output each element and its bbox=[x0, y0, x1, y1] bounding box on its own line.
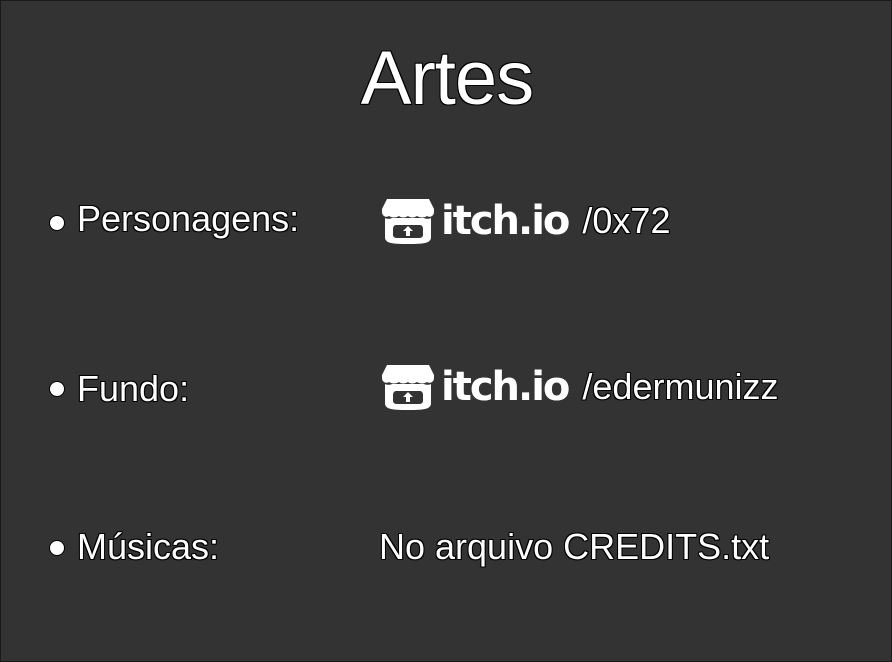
credit-value: itch.io /0x72 bbox=[381, 197, 670, 245]
bullet-dot bbox=[50, 382, 64, 396]
credit-label: Personagens: bbox=[77, 198, 300, 239]
credit-row-music: Músicas: No arquivo CREDITS.txt bbox=[1, 519, 892, 579]
slide: Artes Personagens: itch.io /0x72 Fundo: bbox=[0, 0, 892, 662]
bullet-dot bbox=[50, 541, 64, 555]
itch-io-user-path: /0x72 bbox=[582, 200, 671, 241]
itch-io-logo: itch.io bbox=[381, 363, 570, 411]
credit-value: itch.io /edermunizz bbox=[381, 363, 779, 411]
itch-io-user-path: /edermunizz bbox=[582, 366, 779, 407]
credit-label: Músicas: bbox=[77, 526, 220, 567]
itch-io-wordmark: itch.io bbox=[441, 364, 570, 410]
bullet-dot bbox=[50, 216, 64, 230]
itch-io-store-icon bbox=[382, 199, 434, 244]
slide-title: Artes bbox=[360, 36, 534, 121]
itch-io-store-icon bbox=[382, 365, 434, 410]
credit-row-characters: Personagens: itch.io /0x72 bbox=[1, 193, 892, 253]
credit-row-background: Fundo: itch.io /edermunizz bbox=[1, 359, 892, 419]
credit-value: No arquivo CREDITS.txt bbox=[379, 527, 769, 567]
itch-io-wordmark: itch.io bbox=[441, 198, 570, 244]
credit-label: Fundo: bbox=[77, 368, 190, 409]
credits-file-note: No arquivo CREDITS.txt bbox=[379, 526, 770, 567]
itch-io-logo: itch.io bbox=[381, 197, 570, 245]
